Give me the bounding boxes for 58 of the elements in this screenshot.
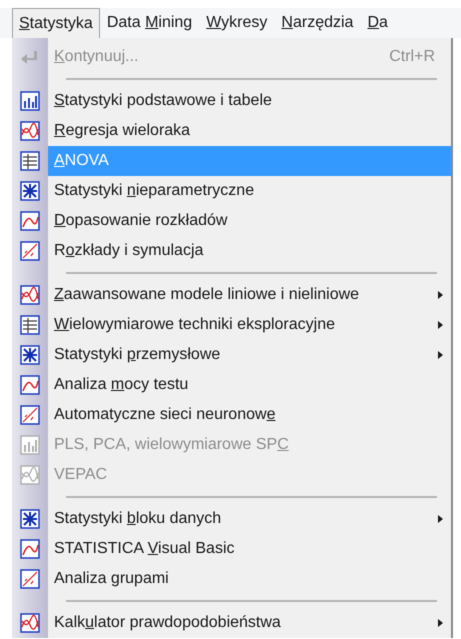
menu-item-label: VEPAC <box>54 465 108 485</box>
menu-bar-item[interactable]: Da <box>360 8 395 38</box>
menu-item[interactable]: Kalkulator prawdopodobieństwa <box>12 608 451 638</box>
wave-chart-icon <box>20 285 40 305</box>
menu-item-label: PLS, PCA, wielowymiarowe SPC <box>54 435 290 455</box>
menu-item-label: Statystyki nieparametryczne <box>54 181 256 201</box>
submenu-arrow-icon <box>438 351 443 359</box>
menu-item-label: Automatyczne sieci neuronowe <box>54 405 276 425</box>
menu-item[interactable]: Statystyki przemysłowe <box>12 340 451 370</box>
menu-item[interactable]: Analiza mocy testu <box>12 370 451 400</box>
menu-item-label: Kalkulator prawdopodobieństwa <box>54 613 282 633</box>
menu-item[interactable]: Dopasowanie rozkładów <box>12 206 451 236</box>
menu-item-label: Wielowymiarowe techniki eksploracyjne <box>54 315 336 335</box>
menu-item[interactable]: Wielowymiarowe techniki eksploracyjne <box>12 310 451 340</box>
scatter-chart-icon <box>20 405 40 425</box>
shortcut-label: Ctrl+R <box>389 47 435 67</box>
menu-item[interactable]: STATISTICA Visual Basic <box>12 534 451 564</box>
menu-item-label: Analiza grupami <box>54 569 170 589</box>
submenu-arrow-icon <box>438 619 443 627</box>
menu-item[interactable]: Zaawansowane modele liniowe i nieliniowe <box>12 280 451 310</box>
menu-bar-item[interactable]: Data Mining <box>100 8 200 38</box>
bar-chart-icon <box>20 435 40 455</box>
menu-item-label: Rozkłady i symulacja <box>54 241 204 261</box>
table-icon <box>20 315 40 335</box>
menu-bar-item[interactable]: Statystyka <box>12 8 100 38</box>
menu-item[interactable]: Statystyki bloku danych <box>12 504 451 534</box>
wave-chart-icon <box>20 465 40 485</box>
menu-item-label: STATISTICA Visual Basic <box>54 539 236 559</box>
menu-item[interactable]: Automatyczne sieci neuronowe <box>12 400 451 430</box>
submenu-arrow-icon <box>438 515 443 523</box>
menu-item[interactable]: Statystyki podstawowe i tabele <box>12 86 451 116</box>
menu-bar-item[interactable]: Narzędzia <box>274 8 360 38</box>
bar-chart-icon <box>20 91 40 111</box>
return-arrow-icon <box>20 49 40 65</box>
menu-item-label: Zaawansowane modele liniowe i nieliniowe <box>54 285 360 305</box>
menu-item-label: Analiza mocy testu <box>54 375 190 395</box>
line-chart-icon <box>20 211 40 231</box>
menu-item-label: Regresja wieloraka <box>54 121 192 141</box>
submenu-arrow-icon <box>438 321 443 329</box>
scatter-chart-icon <box>20 241 40 261</box>
menu-item-label: Statystyki podstawowe i tabele <box>54 91 273 111</box>
menu-item[interactable]: Rozkłady i symulacja <box>12 236 451 266</box>
menu-bar-item[interactable]: Wykresy <box>199 8 274 38</box>
menu-item-label: Statystyki przemysłowe <box>54 345 222 365</box>
scatter-chart-icon <box>20 569 40 589</box>
table-icon <box>20 151 40 171</box>
wave-chart-icon <box>20 121 40 141</box>
menu-item-label: Dopasowanie rozkładów <box>54 211 228 231</box>
menu-item-label: Statystyki bloku danych <box>54 509 222 529</box>
wave-chart-icon <box>20 613 40 633</box>
submenu-arrow-icon <box>438 291 443 299</box>
line-chart-icon <box>20 375 40 395</box>
menu-item[interactable]: Analiza grupami <box>12 564 451 594</box>
line-chart-icon <box>20 539 40 559</box>
menu-item[interactable]: Regresja wieloraka <box>12 116 451 146</box>
menu-item-label: Kontynuuj... <box>54 47 140 67</box>
menu-item[interactable]: Statystyki nieparametryczne <box>12 176 451 206</box>
menu-item-label: ANOVA <box>54 151 110 171</box>
